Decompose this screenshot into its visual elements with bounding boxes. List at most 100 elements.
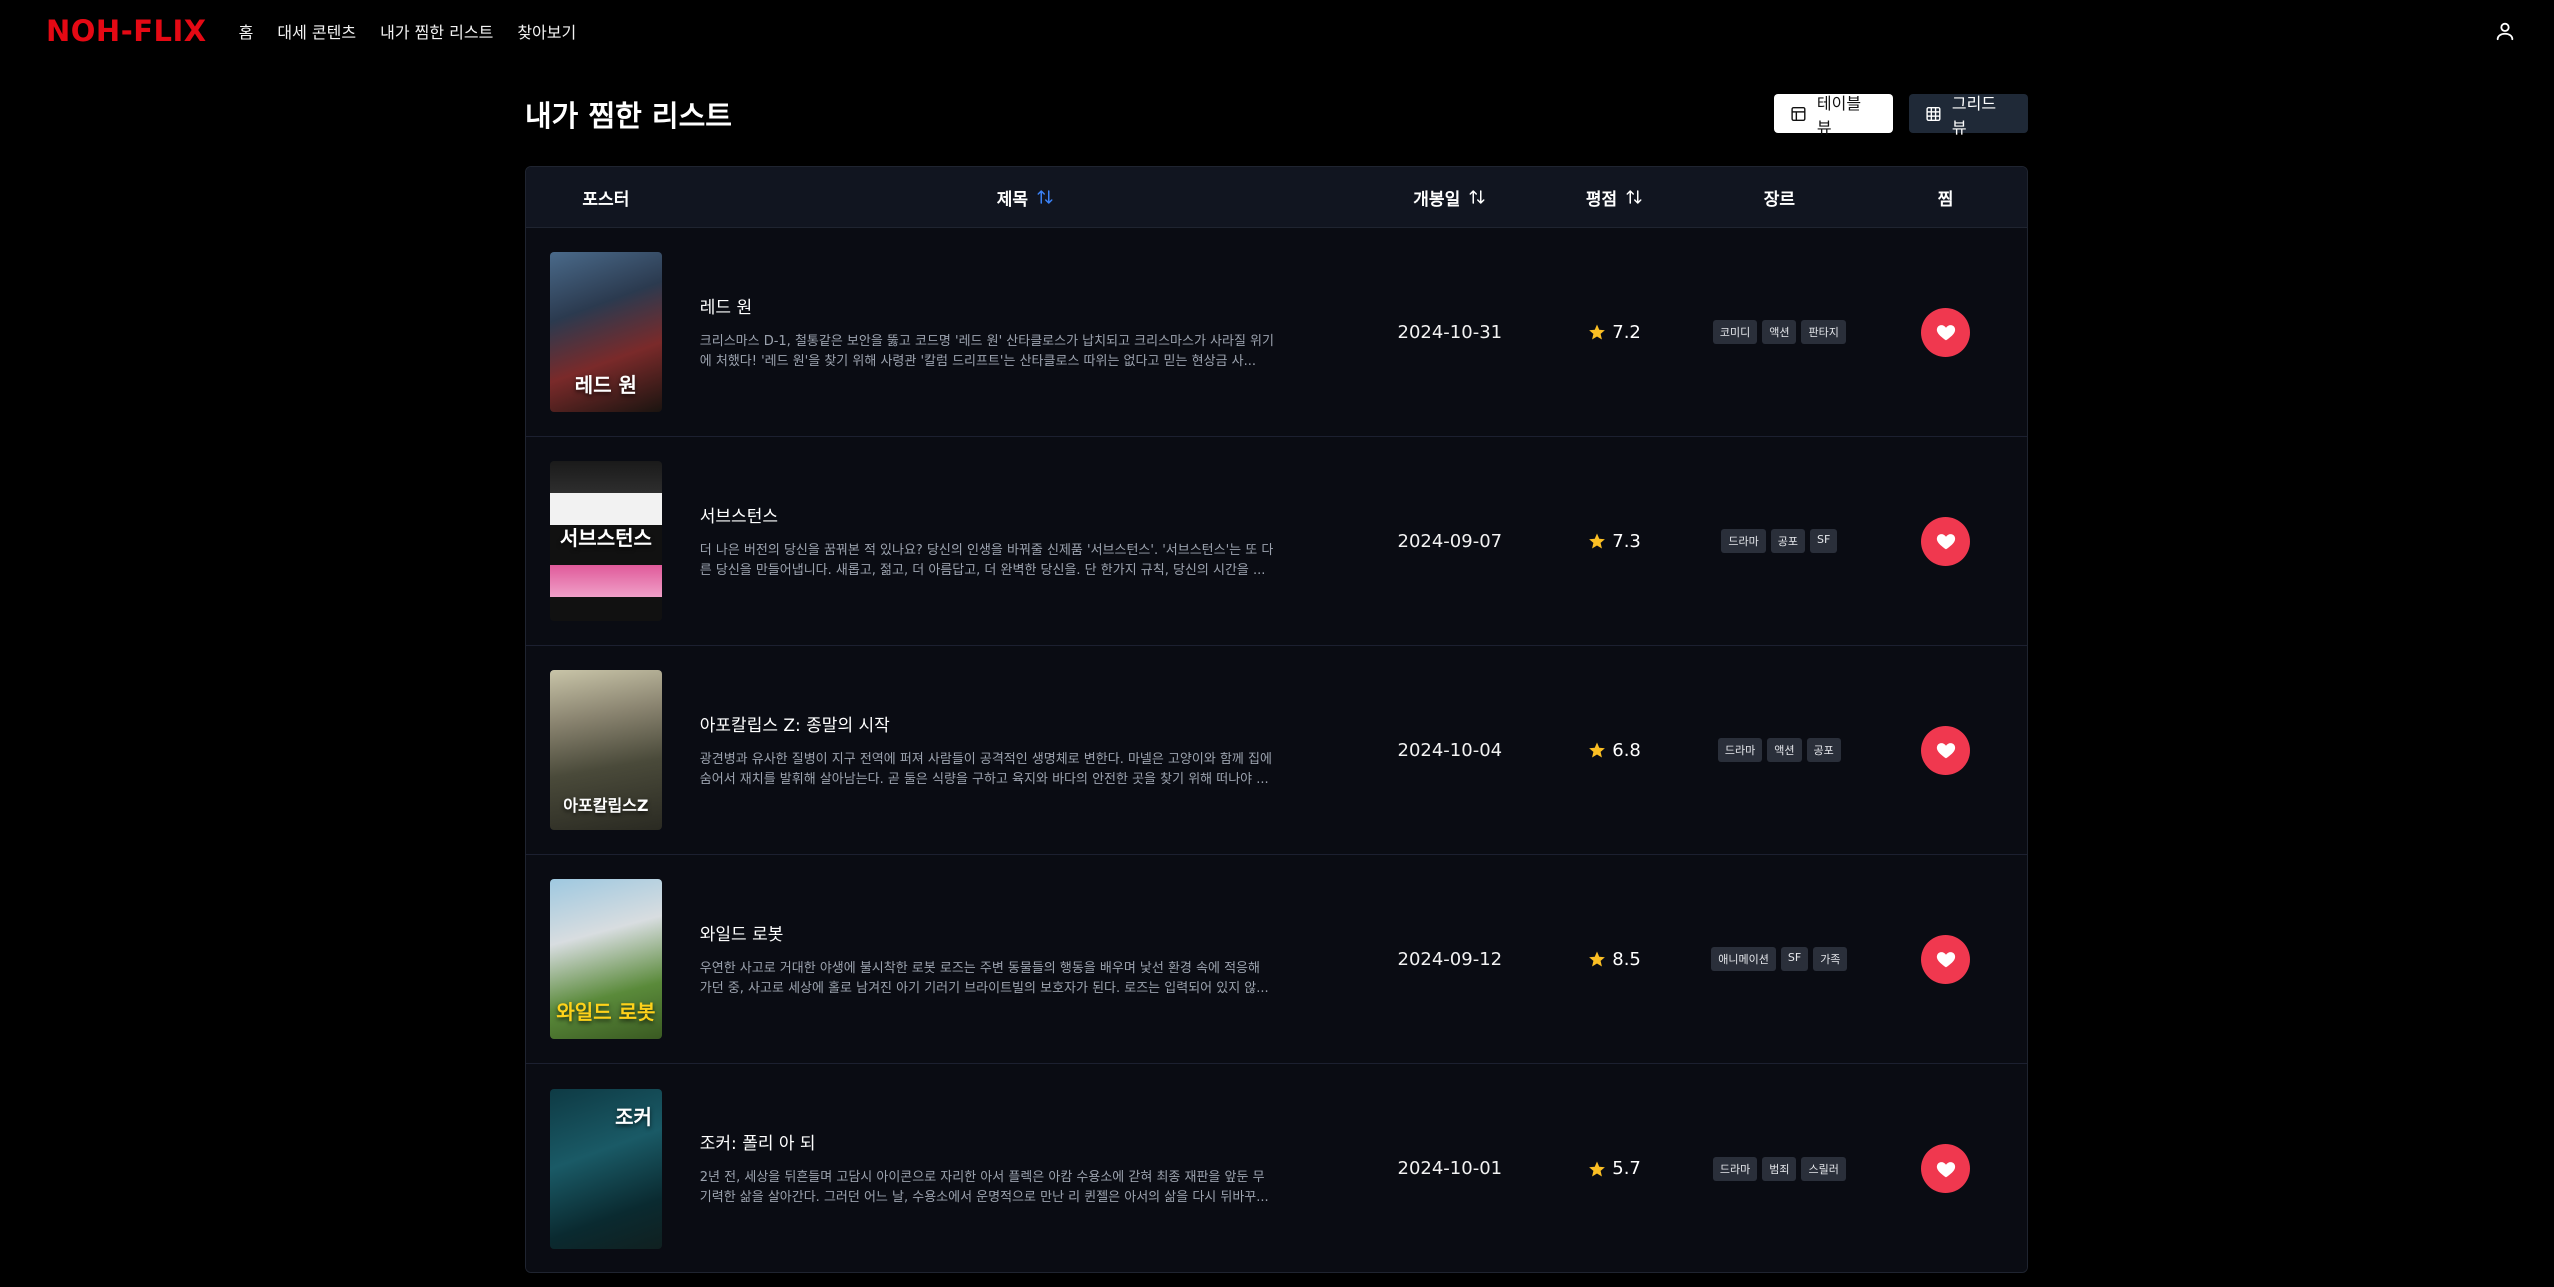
poster-cell: 레드 원	[526, 252, 686, 412]
genre-tag: 드라마	[1717, 738, 1763, 762]
release-date: 2024-10-01	[1397, 1158, 1503, 1179]
title-cell: 레드 원 크리스마스 D-1, 철통같은 보안을 뚫고 코드명 '레드 원' 산…	[686, 293, 1365, 372]
poster-text: 아포칼립스Z	[563, 796, 649, 815]
table-view-label: 테이블 뷰	[1816, 93, 1862, 137]
rating-value: 5.7	[1612, 1158, 1641, 1179]
rating-value: 8.5	[1612, 948, 1641, 970]
favorite-button[interactable]	[1921, 516, 1971, 566]
grid-view-label: 그리드 뷰	[1951, 93, 1997, 137]
release-date: 2024-10-31	[1397, 321, 1503, 343]
table-row[interactable]: 아포칼립스Z 아포칼립스 Z: 종말의 시작 광견병과 유사한 질병이 지구 전…	[526, 646, 2027, 855]
movie-description: 더 나은 버전의 당신을 꿈꿔본 적 있나요? 당신의 인생을 바꿔줄 신제품 …	[699, 542, 1274, 578]
nav-trending[interactable]: 대세 콘텐츠	[277, 19, 356, 43]
heart-icon	[1936, 534, 1955, 550]
heart-icon	[1936, 952, 1955, 968]
title-cell: 서브스턴스 더 나은 버전의 당신을 꿈꿔본 적 있나요? 당신의 인생을 바꿔…	[686, 502, 1365, 581]
rating-value: 7.2	[1612, 321, 1641, 343]
star-icon	[1589, 533, 1606, 549]
table-view-button[interactable]: 테이블 뷰	[1774, 94, 1893, 137]
favorite-button[interactable]	[1921, 307, 1971, 357]
movie-poster[interactable]: 서브스턴스	[549, 461, 662, 621]
sort-icon[interactable]	[1468, 188, 1486, 206]
movie-description: 2년 전, 세상을 뒤흔들며 고담시 아이콘으로 자리한 아서 플렉은 아캄 수…	[699, 1170, 1269, 1205]
sort-icon[interactable]	[1625, 188, 1643, 206]
movie-table: 포스터 제목 개봉일 평점 장르 찜 레드 원 레드 원 크리스마스 D-1, …	[525, 166, 2028, 1273]
genre-tag: 판타지	[1801, 320, 1846, 344]
nav-search[interactable]: 찾아보기	[517, 19, 576, 43]
header-title[interactable]: 제목	[686, 185, 1365, 210]
poster-text: 와일드 로봇	[556, 1000, 656, 1024]
grid-view-button[interactable]: 그리드 뷰	[1909, 94, 2028, 137]
user-icon[interactable]	[2494, 20, 2516, 42]
movie-title[interactable]: 레드 원	[700, 293, 1325, 318]
table-row[interactable]: 서브스턴스 서브스턴스 더 나은 버전의 당신을 꿈꿔본 적 있나요? 당신의 …	[526, 437, 2027, 646]
logo[interactable]: NOH-FLIX	[46, 14, 207, 48]
movie-poster[interactable]: 조커	[549, 1088, 662, 1249]
movie-description: 우연한 사고로 거대한 야생에 불시착한 로봇 로즈는 주변 동물들의 행동을 …	[699, 960, 1269, 996]
rating-cell: 7.3	[1535, 531, 1695, 552]
fav-cell	[1864, 516, 2027, 566]
star-icon	[1589, 951, 1606, 967]
table-row[interactable]: 와일드 로봇 와일드 로봇 우연한 사고로 거대한 야생에 불시착한 로봇 로즈…	[526, 855, 2027, 1064]
title-cell: 와일드 로봇 우연한 사고로 거대한 야생에 불시착한 로봇 로즈는 주변 동물…	[686, 920, 1365, 999]
genre-cell: 애니메이션 SF 가족	[1694, 947, 1864, 971]
heart-icon	[1936, 1161, 1955, 1177]
movie-title[interactable]: 아포칼립스 Z: 종말의 시작	[700, 711, 1325, 736]
poster-text: 조커	[615, 1104, 652, 1129]
top-nav: NOH-FLIX 홈 대세 콘텐츠 내가 찜한 리스트 찾아보기	[0, 0, 2554, 62]
genre-tag: 가족	[1813, 947, 1848, 971]
poster-cell: 서브스턴스	[526, 461, 686, 621]
title-cell: 아포칼립스 Z: 종말의 시작 광견병과 유사한 질병이 지구 전역에 퍼져 사…	[686, 711, 1365, 790]
fav-cell	[1864, 725, 2027, 775]
nav-my-list[interactable]: 내가 찜한 리스트	[380, 19, 493, 43]
movie-poster[interactable]: 레드 원	[549, 252, 662, 412]
title-cell: 조커: 폴리 아 되 2년 전, 세상을 뒤흔들며 고담시 아이콘으로 자리한 …	[686, 1129, 1365, 1208]
movie-poster[interactable]: 와일드 로봇	[549, 879, 662, 1039]
nav-home[interactable]: 홈	[239, 19, 254, 43]
star-icon	[1589, 324, 1606, 340]
star-icon	[1589, 1161, 1606, 1176]
header-date[interactable]: 개봉일	[1365, 185, 1535, 210]
header-genre: 장르	[1694, 185, 1864, 210]
favorite-button[interactable]	[1921, 934, 1971, 984]
rating-cell: 8.5	[1535, 949, 1695, 970]
genre-cell: 드라마 액션 공포	[1694, 738, 1864, 762]
poster-cell: 와일드 로봇	[526, 879, 686, 1039]
star-icon	[1589, 742, 1606, 758]
release-date: 2024-09-12	[1397, 948, 1503, 970]
favorite-button[interactable]	[1921, 1144, 1971, 1193]
header-rating[interactable]: 평점	[1535, 185, 1695, 210]
fav-cell	[1864, 934, 2027, 984]
genre-tag: 공포	[1770, 529, 1805, 553]
table-header: 포스터 제목 개봉일 평점 장르 찜	[526, 167, 2027, 228]
header-poster-label: 포스터	[582, 189, 630, 210]
release-date: 2024-10-04	[1397, 739, 1503, 761]
genre-tag: 드라마	[1721, 529, 1766, 553]
genre-tag: 드라마	[1712, 1156, 1758, 1181]
header-fav: 찜	[1864, 185, 2027, 210]
table-row[interactable]: 레드 원 레드 원 크리스마스 D-1, 철통같은 보안을 뚫고 코드명 '레드…	[526, 228, 2027, 437]
genre-tag: SF	[1780, 947, 1809, 971]
genre-tag: 액션	[1767, 738, 1802, 762]
genre-tag: 공포	[1806, 738, 1841, 762]
movie-description: 광견병과 유사한 질병이 지구 전역에 퍼져 사람들이 공격적인 생명체로 변한…	[699, 751, 1272, 787]
favorite-button[interactable]	[1921, 725, 1971, 775]
release-date: 2024-09-07	[1397, 530, 1503, 552]
rating-value: 6.8	[1612, 739, 1641, 761]
movie-title[interactable]: 조커: 폴리 아 되	[700, 1129, 1325, 1154]
header-date-label: 개봉일	[1413, 189, 1461, 210]
genre-cell: 드라마 공포 SF	[1694, 529, 1864, 553]
table-row[interactable]: 조커 조커: 폴리 아 되 2년 전, 세상을 뒤흔들며 고담시 아이콘으로 자…	[526, 1064, 2027, 1272]
movie-title[interactable]: 서브스턴스	[700, 502, 1325, 527]
movie-poster[interactable]: 아포칼립스Z	[549, 670, 662, 830]
poster-cell: 아포칼립스Z	[526, 670, 686, 830]
genre-tag: 스릴러	[1801, 1156, 1846, 1181]
genre-tag: 애니메이션	[1711, 947, 1776, 971]
sort-icon-active[interactable]	[1036, 188, 1054, 206]
heart-icon	[1936, 743, 1955, 759]
movie-title[interactable]: 와일드 로봇	[700, 920, 1325, 945]
genre-tag: 범죄	[1762, 1156, 1797, 1181]
poster-text: 레드 원	[574, 373, 637, 397]
rating-value: 7.3	[1612, 530, 1641, 552]
header-rating-label: 평점	[1585, 189, 1618, 210]
